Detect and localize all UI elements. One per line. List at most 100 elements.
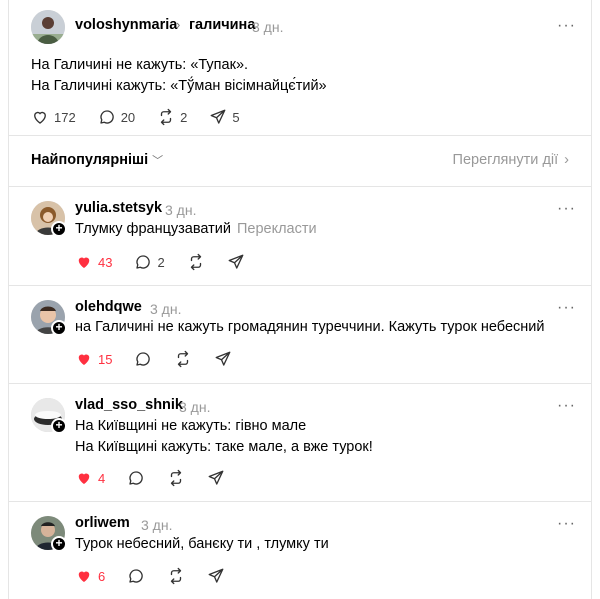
like-count: 4 (98, 470, 106, 486)
post-line: На Галичині не кажуть: «Тупак». (31, 57, 249, 73)
more-options-icon[interactable]: ··· (557, 397, 576, 415)
heart-icon (78, 571, 90, 582)
repost-icon (171, 567, 182, 585)
share-button[interactable]: 5 (209, 108, 240, 126)
reply-time: 3 дн. (141, 517, 173, 533)
like-button[interactable]: 6 (75, 567, 105, 585)
reply-time: 3 дн. (165, 202, 197, 218)
repost-icon (178, 350, 189, 368)
post-time: 3 дн. (252, 19, 284, 35)
share-icon (208, 568, 224, 583)
post-topic[interactable]: галичина (189, 17, 255, 33)
share-icon (216, 351, 231, 366)
follow-plus-icon[interactable]: + (51, 536, 67, 552)
reply-text: Турок небесний, банєку ти , тлумку ти (75, 534, 329, 555)
activity-label: Переглянути дії (452, 152, 559, 168)
post-text: На Галичині не кажуть: «Тупак». На Галич… (31, 55, 327, 97)
thread-panel: voloshynmaria › галичина 3 дн. ··· На Га… (8, 0, 592, 599)
reply-actions: 6 (75, 566, 247, 586)
heart-icon (78, 257, 90, 268)
like-count: 43 (98, 254, 113, 270)
like-count: 172 (54, 109, 76, 125)
repost-button[interactable]: 2 (157, 108, 187, 126)
more-options-icon[interactable]: ··· (557, 299, 576, 317)
comment-button[interactable] (134, 350, 152, 368)
share-icon (228, 254, 244, 269)
repost-icon (190, 253, 201, 271)
comment-icon (100, 110, 114, 124)
post-line: На Галичині кажуть: «Тў́ман вісімнайцє́т… (31, 78, 327, 94)
reply-actions: 4 (75, 468, 247, 488)
reply-text: Тлумку французаватий Перекласти (75, 219, 317, 240)
reply-time: 3 дн. (150, 301, 182, 317)
repost-icon (160, 108, 172, 126)
share-button[interactable] (214, 350, 232, 368)
comment-button[interactable]: 2 (134, 253, 165, 271)
reply-actions: 43 2 (75, 252, 267, 272)
post-actions: 172 20 2 5 (31, 107, 262, 127)
share-button[interactable] (227, 253, 245, 271)
follow-plus-icon[interactable]: + (51, 418, 67, 434)
like-count: 15 (98, 351, 113, 367)
divider (9, 383, 591, 384)
like-button[interactable]: 172 (31, 108, 76, 126)
chevron-right-icon: › (564, 152, 569, 168)
comment-count: 2 (157, 254, 165, 270)
comment-button[interactable] (127, 567, 145, 585)
chevron-down-icon: ﹀ (152, 155, 164, 167)
share-button[interactable] (207, 567, 225, 585)
share-icon (210, 109, 226, 124)
reply-line: на Галичині не кажуть громадянин туреччи… (75, 319, 545, 335)
sort-label: Найпопулярніші (31, 152, 149, 168)
repost-button[interactable] (167, 469, 185, 487)
more-options-icon[interactable]: ··· (557, 200, 576, 218)
reply-line: На Київщині не кажуть: гівно мале (75, 418, 307, 434)
like-button[interactable]: 43 (75, 253, 112, 271)
translate-link[interactable]: Перекласти (237, 221, 317, 237)
comment-icon (129, 471, 144, 485)
share-count: 5 (232, 109, 240, 125)
divider (9, 186, 591, 187)
reply-text: На Київщині не кажуть: гівно мале На Киї… (75, 416, 373, 458)
reply-actions: 15 (75, 349, 254, 369)
more-options-icon[interactable]: ··· (557, 515, 576, 533)
repost-button[interactable] (187, 253, 205, 271)
share-button[interactable] (207, 469, 225, 487)
sort-bar: Найпопулярніші ﹀ Переглянути дії › (9, 136, 591, 186)
reply-line: Тлумку французаватий (75, 221, 231, 237)
reply-username[interactable]: olehdqwe (75, 299, 142, 315)
reply-username[interactable]: yulia.stetsyk (75, 200, 162, 216)
reply-username[interactable]: orliwem (75, 515, 130, 531)
repost-count: 2 (180, 109, 188, 125)
repost-button[interactable] (167, 567, 185, 585)
heart-icon (78, 354, 90, 365)
comment-icon (136, 255, 151, 269)
view-activity-link[interactable]: Переглянути дії › (453, 152, 569, 168)
divider (9, 285, 591, 286)
reply-line: Турок небесний, банєку ти , тлумку ти (75, 536, 329, 552)
reply-line: На Київщині кажуть: таке мале, а вже тур… (75, 439, 373, 455)
follow-plus-icon[interactable]: + (51, 221, 67, 237)
divider (9, 501, 591, 502)
like-button[interactable]: 15 (75, 350, 112, 368)
heart-icon (78, 473, 90, 484)
comment-icon (136, 352, 151, 366)
post-username[interactable]: voloshynmaria (75, 17, 177, 33)
follow-plus-icon[interactable]: + (51, 320, 67, 336)
comment-button[interactable] (127, 469, 145, 487)
like-button[interactable]: 4 (75, 469, 105, 487)
avatar[interactable] (31, 10, 65, 44)
repost-icon (171, 469, 182, 487)
more-options-icon[interactable]: ··· (557, 17, 576, 35)
reply-username[interactable]: vlad_sso_shnik (75, 397, 183, 413)
repost-button[interactable] (174, 350, 192, 368)
reply-text: на Галичині не кажуть громадянин туреччи… (75, 317, 544, 338)
heart-icon (34, 111, 46, 124)
chevron-right-icon: › (176, 17, 181, 32)
like-count: 6 (98, 568, 106, 584)
sort-dropdown[interactable]: Найпопулярніші ﹀ (31, 152, 163, 168)
reply-time: 3 дн. (179, 399, 211, 415)
share-icon (208, 470, 224, 485)
comment-button[interactable]: 20 (98, 108, 135, 126)
comment-count: 20 (120, 109, 136, 125)
